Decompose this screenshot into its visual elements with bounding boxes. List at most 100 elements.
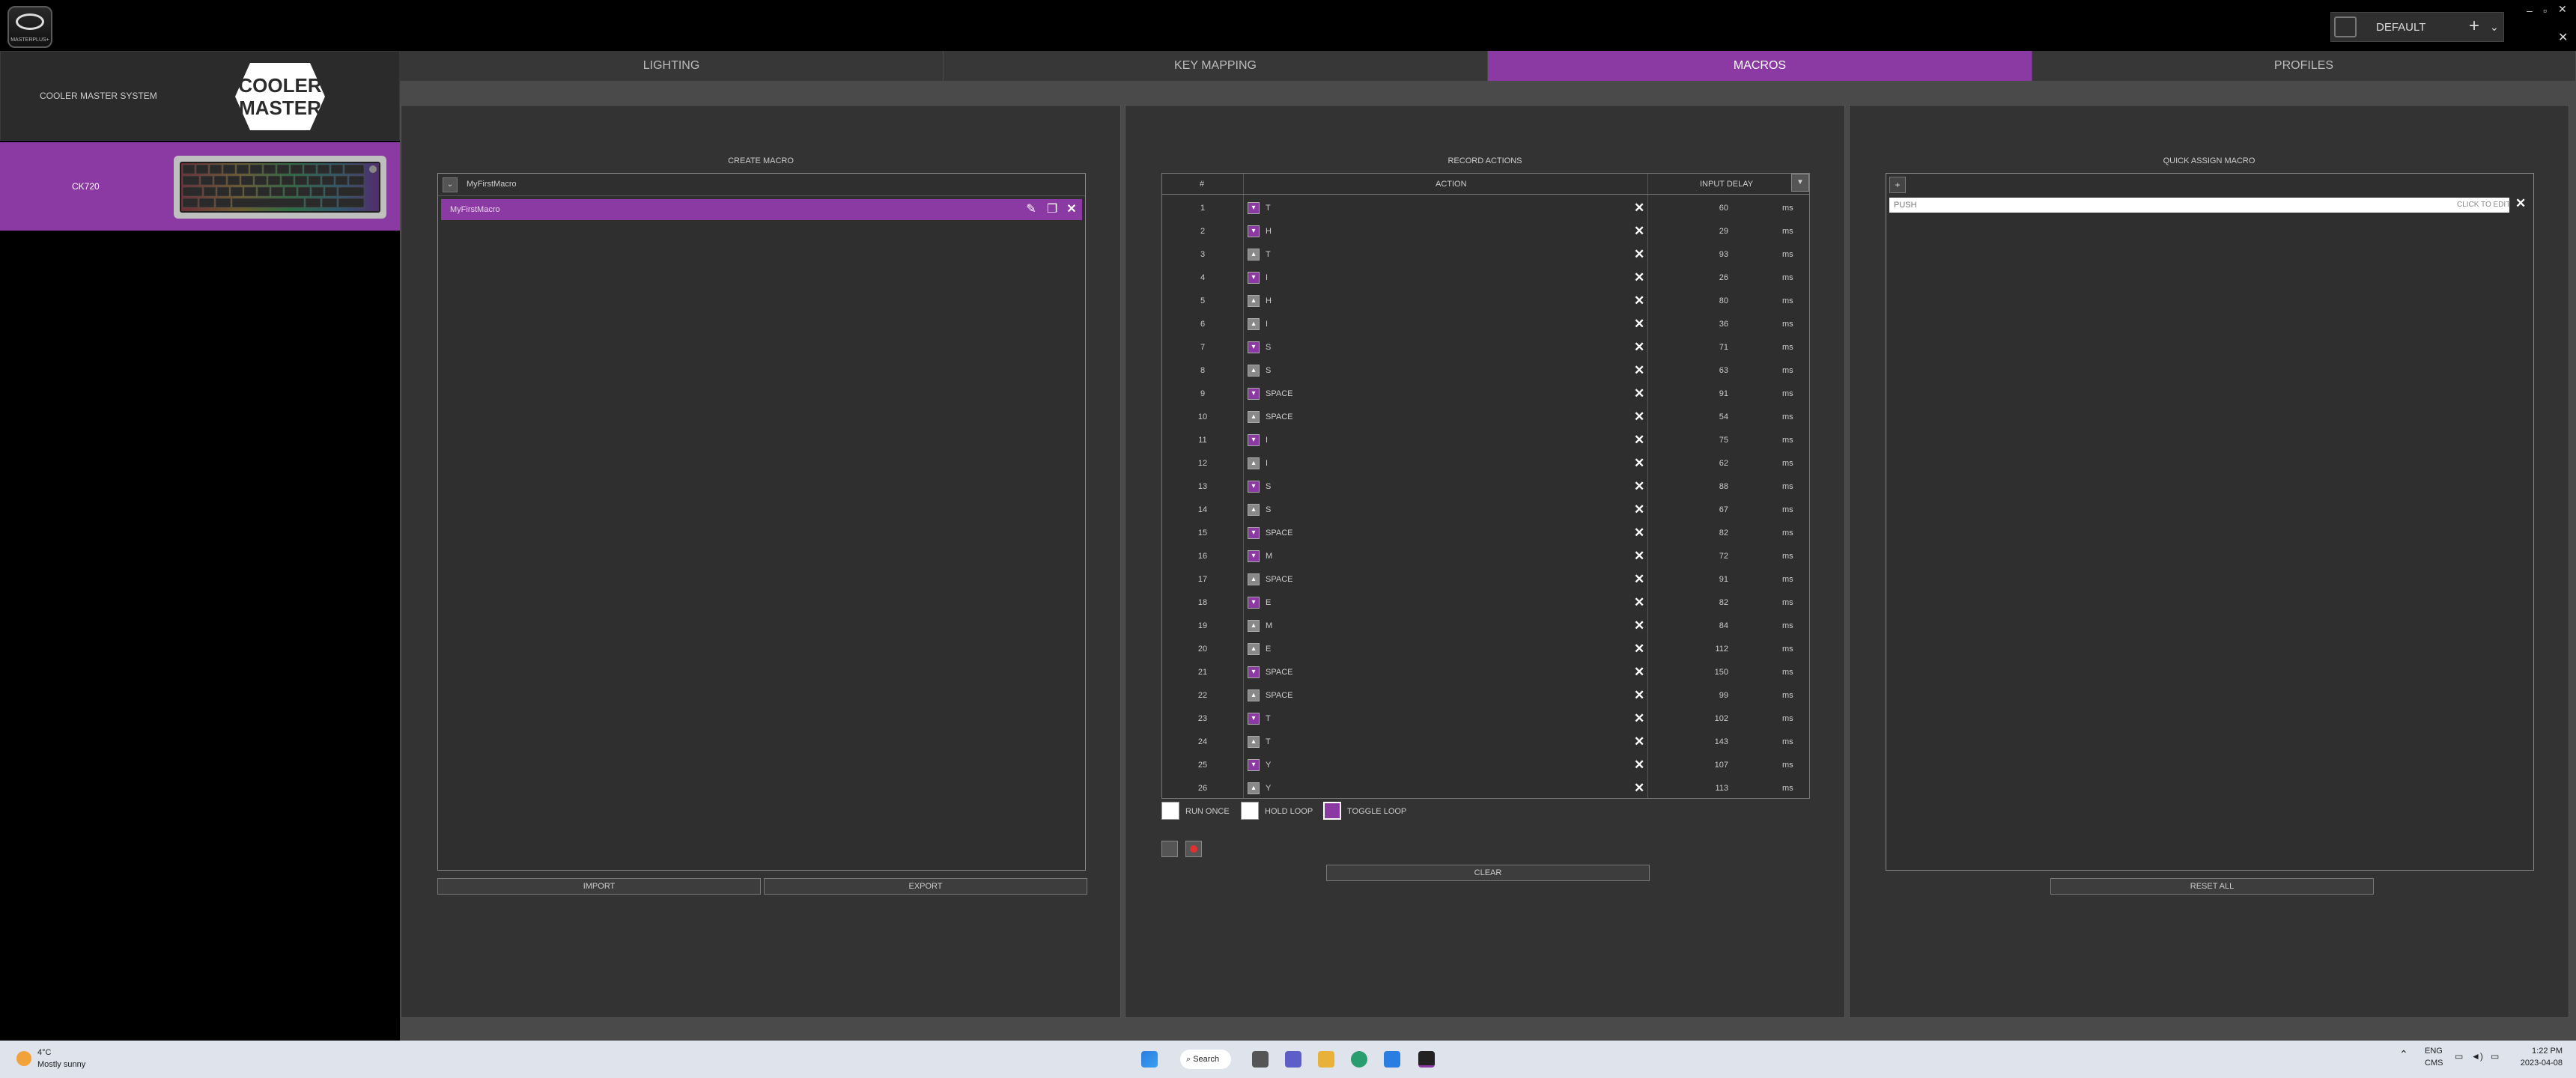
action-row[interactable]: 17 ▴ SPACE ✕ 91 ms	[1162, 568, 1809, 591]
profile-picture-icon[interactable]	[2334, 16, 2357, 37]
record-icon[interactable]	[1185, 841, 1202, 857]
delete-action-icon[interactable]: ✕	[1634, 386, 1644, 401]
battery-icon[interactable]: ▭	[2491, 1051, 2499, 1062]
action-key[interactable]: I	[1266, 436, 1268, 445]
network-icon[interactable]: ▭	[2455, 1051, 2463, 1062]
action-key[interactable]: SPACE	[1266, 412, 1292, 421]
action-delay[interactable]: 84	[1671, 621, 1728, 630]
sun-icon[interactable]	[16, 1051, 31, 1066]
region-indicator[interactable]: CMS	[2425, 1059, 2443, 1068]
action-key[interactable]: SPACE	[1266, 529, 1292, 538]
action-row[interactable]: 2 ▾ H ✕ 29 ms	[1162, 220, 1809, 243]
hold-loop-checkbox[interactable]	[1241, 802, 1259, 820]
delete-action-icon[interactable]: ✕	[1634, 688, 1644, 703]
action-row[interactable]: 21 ▾ SPACE ✕ 150 ms	[1162, 661, 1809, 684]
delete-action-icon[interactable]: ✕	[1634, 201, 1644, 216]
delete-action-icon[interactable]: ✕	[1634, 734, 1644, 749]
delete-action-icon[interactable]: ✕	[1634, 711, 1644, 726]
tab-lighting[interactable]: LIGHTING	[400, 51, 944, 81]
action-key[interactable]: SPACE	[1266, 389, 1292, 398]
weather-description[interactable]: Mostly sunny	[37, 1060, 85, 1069]
delete-action-icon[interactable]: ✕	[1634, 526, 1644, 540]
tab-key-mapping[interactable]: KEY MAPPING	[944, 51, 1488, 81]
volume-icon[interactable]: ◄)	[2471, 1051, 2483, 1062]
action-key[interactable]: H	[1266, 296, 1272, 305]
delete-action-icon[interactable]: ✕	[1634, 224, 1644, 239]
action-row[interactable]: 5 ▴ H ✕ 80 ms	[1162, 290, 1809, 313]
action-row[interactable]: 14 ▴ S ✕ 67 ms	[1162, 499, 1809, 522]
clear-button[interactable]: CLEAR	[1326, 865, 1650, 881]
action-delay[interactable]: 26	[1671, 273, 1728, 282]
action-delay[interactable]: 150	[1671, 668, 1728, 677]
delete-action-icon[interactable]: ✕	[1634, 456, 1644, 471]
action-delay[interactable]: 107	[1671, 761, 1728, 770]
action-delay[interactable]: 82	[1671, 598, 1728, 607]
language-indicator[interactable]: ENG	[2425, 1047, 2443, 1056]
action-key[interactable]: SPACE	[1266, 668, 1292, 677]
action-row[interactable]: 15 ▾ SPACE ✕ 82 ms	[1162, 522, 1809, 545]
delete-action-icon[interactable]: ✕	[1634, 340, 1644, 355]
quick-assign-input[interactable]	[1889, 198, 2509, 213]
action-delay[interactable]: 112	[1671, 645, 1728, 654]
taskbar-search[interactable]: ⌕ Search	[1180, 1050, 1231, 1069]
action-delay[interactable]: 91	[1671, 389, 1728, 398]
sidebar-item-cooler-master-system[interactable]: COOLER MASTER SYSTEM COOLER MASTER	[0, 51, 400, 141]
run-once-checkbox[interactable]	[1161, 802, 1179, 820]
delete-action-icon[interactable]: ✕	[1634, 781, 1644, 796]
chevron-down-icon[interactable]: ⌄	[2490, 21, 2499, 34]
delete-action-icon[interactable]: ✕	[1634, 618, 1644, 633]
action-key[interactable]: E	[1266, 645, 1271, 654]
chat-icon[interactable]	[1285, 1051, 1301, 1068]
action-key[interactable]: T	[1266, 714, 1271, 723]
minimize-icon[interactable]: –	[2527, 4, 2533, 16]
action-delay[interactable]: 29	[1671, 227, 1728, 236]
masterplus-logo[interactable]: MASTERPLUS+	[7, 6, 52, 48]
toggle-loop-checkbox[interactable]	[1323, 802, 1341, 820]
action-delay[interactable]: 88	[1671, 482, 1728, 491]
delete-action-icon[interactable]: ✕	[1634, 317, 1644, 332]
action-row[interactable]: 4 ▾ I ✕ 26 ms	[1162, 267, 1809, 290]
action-delay[interactable]: 67	[1671, 505, 1728, 514]
sidebar-item-ck720[interactable]: CK720	[0, 142, 400, 231]
action-row[interactable]: 19 ▴ M ✕ 84 ms	[1162, 615, 1809, 638]
delete-action-icon[interactable]: ✕	[1634, 363, 1644, 378]
windows-start-icon[interactable]	[1141, 1051, 1158, 1068]
action-delay[interactable]: 80	[1671, 296, 1728, 305]
action-key[interactable]: H	[1266, 227, 1272, 236]
delay-mode-dropdown-icon[interactable]: ▼	[1791, 174, 1809, 192]
action-key[interactable]: SPACE	[1266, 575, 1292, 584]
action-row[interactable]: 7 ▾ S ✕ 71 ms	[1162, 336, 1809, 359]
action-key[interactable]: S	[1266, 366, 1271, 375]
delete-action-icon[interactable]: ✕	[1634, 433, 1644, 448]
action-delay[interactable]: 91	[1671, 575, 1728, 584]
duplicate-icon[interactable]: ❐	[1045, 202, 1060, 217]
action-key[interactable]: S	[1266, 343, 1271, 352]
action-delay[interactable]: 102	[1671, 714, 1728, 723]
add-quick-assign-button[interactable]: +	[1889, 177, 1906, 193]
action-row[interactable]: 12 ▴ I ✕ 62 ms	[1162, 452, 1809, 475]
action-delay[interactable]: 54	[1671, 412, 1728, 421]
action-key[interactable]: S	[1266, 482, 1271, 491]
action-delay[interactable]: 71	[1671, 343, 1728, 352]
action-row[interactable]: 16 ▾ M ✕ 72 ms	[1162, 545, 1809, 568]
action-row[interactable]: 25 ▾ Y ✕ 107 ms	[1162, 754, 1809, 777]
delete-action-icon[interactable]: ✕	[1634, 502, 1644, 517]
export-button[interactable]: EXPORT	[764, 878, 1087, 895]
action-delay[interactable]: 72	[1671, 552, 1728, 561]
action-key[interactable]: M	[1266, 552, 1272, 561]
action-delay[interactable]: 75	[1671, 436, 1728, 445]
action-delay[interactable]: 93	[1671, 250, 1728, 259]
action-delay[interactable]: 36	[1671, 320, 1728, 329]
weather-temperature[interactable]: 4°C	[37, 1048, 51, 1057]
remove-quick-assign-icon[interactable]: ✕	[2515, 196, 2526, 211]
action-row[interactable]: 26 ▴ Y ✕ 113 ms	[1162, 777, 1809, 800]
action-row[interactable]: 9 ▾ SPACE ✕ 91 ms	[1162, 383, 1809, 406]
action-row[interactable]: 8 ▴ S ✕ 63 ms	[1162, 359, 1809, 383]
action-key[interactable]: T	[1266, 204, 1271, 213]
action-delay[interactable]: 63	[1671, 366, 1728, 375]
clock[interactable]: 1:22 PM 2023-04-08	[2519, 1047, 2563, 1068]
delete-action-icon[interactable]: ✕	[1634, 479, 1644, 494]
action-delay[interactable]: 143	[1671, 737, 1728, 746]
action-key[interactable]: M	[1266, 621, 1272, 630]
action-key[interactable]: T	[1266, 250, 1271, 259]
